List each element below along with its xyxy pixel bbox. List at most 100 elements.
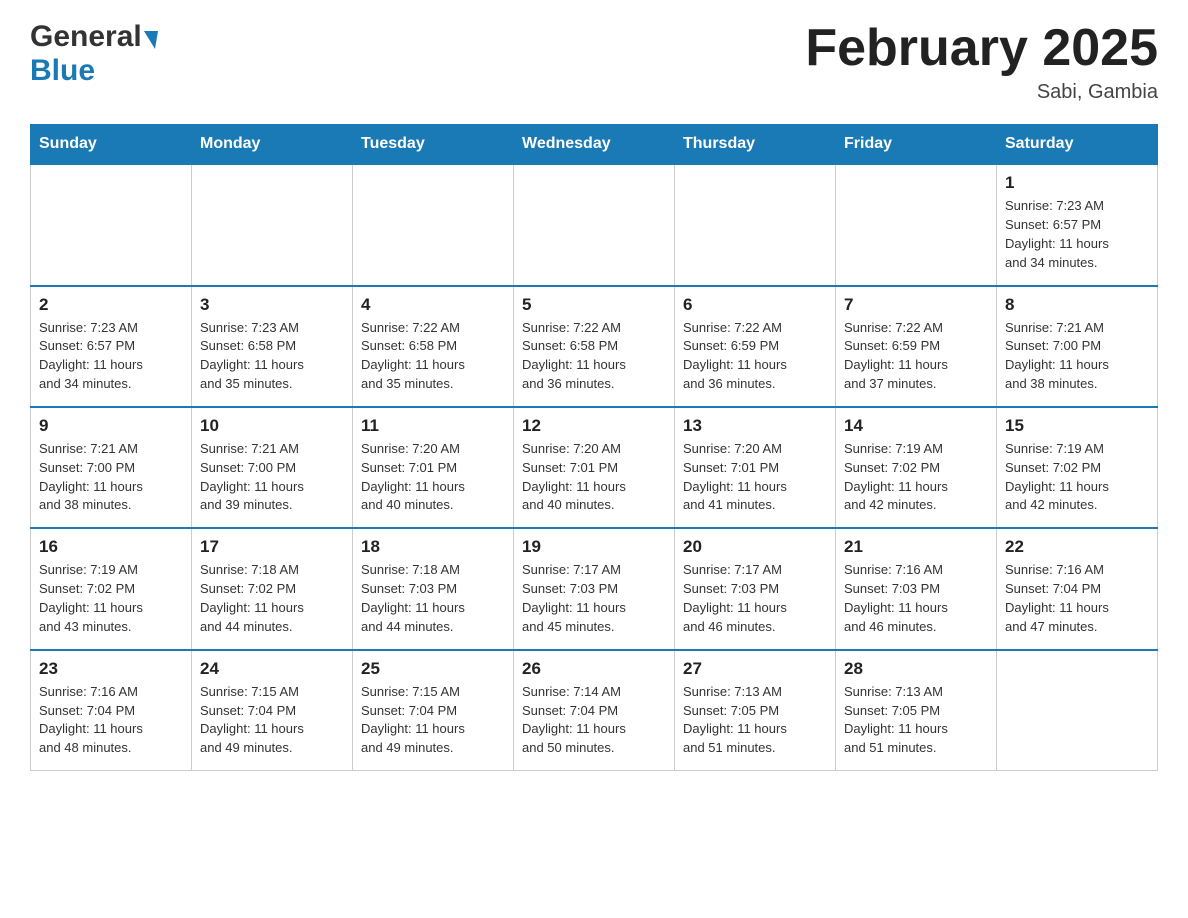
col-header-wednesday: Wednesday: [514, 125, 675, 165]
day-info: Sunrise: 7:19 AM Sunset: 7:02 PM Dayligh…: [844, 440, 988, 515]
day-info: Sunrise: 7:19 AM Sunset: 7:02 PM Dayligh…: [39, 561, 183, 636]
title-area: February 2025 Sabi, Gambia: [805, 20, 1158, 104]
day-cell: [675, 164, 836, 285]
day-info: Sunrise: 7:21 AM Sunset: 7:00 PM Dayligh…: [1005, 319, 1149, 394]
day-number: 14: [844, 416, 988, 436]
day-cell: 28 Sunrise: 7:13 AM Sunset: 7:05 PM Dayli…: [836, 650, 997, 771]
day-info: Sunrise: 7:19 AM Sunset: 7:02 PM Dayligh…: [1005, 440, 1149, 515]
day-info: Sunrise: 7:20 AM Sunset: 7:01 PM Dayligh…: [683, 440, 827, 515]
logo-blue-text: Blue: [30, 54, 95, 87]
col-header-thursday: Thursday: [675, 125, 836, 165]
day-number: 25: [361, 659, 505, 679]
day-cell: 9 Sunrise: 7:21 AM Sunset: 7:00 PM Daylig…: [31, 407, 192, 528]
day-cell: 2Sunrise: 7:23 AM Sunset: 6:57 PM Daylig…: [31, 286, 192, 407]
day-cell: 17 Sunrise: 7:18 AM Sunset: 7:02 PM Dayli…: [192, 528, 353, 649]
day-cell: [31, 164, 192, 285]
day-info: Sunrise: 7:17 AM Sunset: 7:03 PM Dayligh…: [522, 561, 666, 636]
day-cell: [514, 164, 675, 285]
day-info: Sunrise: 7:14 AM Sunset: 7:04 PM Dayligh…: [522, 683, 666, 758]
day-number: 12: [522, 416, 666, 436]
day-number: 3: [200, 295, 344, 315]
logo: General Blue: [30, 20, 158, 88]
day-cell: 11 Sunrise: 7:20 AM Sunset: 7:01 PM Dayli…: [353, 407, 514, 528]
day-cell: 27 Sunrise: 7:13 AM Sunset: 7:05 PM Dayli…: [675, 650, 836, 771]
day-number: 6: [683, 295, 827, 315]
day-cell: 5 Sunrise: 7:22 AM Sunset: 6:58 PM Daylig…: [514, 286, 675, 407]
header: General Blue February 2025 Sabi, Gambia: [30, 20, 1158, 104]
day-cell: 12 Sunrise: 7:20 AM Sunset: 7:01 PM Dayli…: [514, 407, 675, 528]
day-cell: 15 Sunrise: 7:19 AM Sunset: 7:02 PM Dayli…: [997, 407, 1158, 528]
day-number: 21: [844, 537, 988, 557]
day-cell: 3 Sunrise: 7:23 AM Sunset: 6:58 PM Daylig…: [192, 286, 353, 407]
day-cell: 14 Sunrise: 7:19 AM Sunset: 7:02 PM Dayli…: [836, 407, 997, 528]
day-cell: 16 Sunrise: 7:19 AM Sunset: 7:02 PM Dayli…: [31, 528, 192, 649]
day-info: Sunrise: 7:22 AM Sunset: 6:58 PM Dayligh…: [361, 319, 505, 394]
day-number: 8: [1005, 295, 1149, 315]
day-info: Sunrise: 7:18 AM Sunset: 7:03 PM Dayligh…: [361, 561, 505, 636]
day-info: Sunrise: 7:13 AM Sunset: 7:05 PM Dayligh…: [844, 683, 988, 758]
day-info: Sunrise: 7:13 AM Sunset: 7:05 PM Dayligh…: [683, 683, 827, 758]
day-number: 9: [39, 416, 183, 436]
logo-triangle-icon: [144, 31, 158, 49]
day-number: 18: [361, 537, 505, 557]
day-info: Sunrise: 7:20 AM Sunset: 7:01 PM Dayligh…: [361, 440, 505, 515]
day-cell: 25Sunrise: 7:15 AM Sunset: 7:04 PM Dayli…: [353, 650, 514, 771]
col-header-tuesday: Tuesday: [353, 125, 514, 165]
day-cell: 4 Sunrise: 7:22 AM Sunset: 6:58 PM Daylig…: [353, 286, 514, 407]
day-number: 17: [200, 537, 344, 557]
day-cell: 7Sunrise: 7:22 AM Sunset: 6:59 PM Daylig…: [836, 286, 997, 407]
day-number: 13: [683, 416, 827, 436]
day-info: Sunrise: 7:17 AM Sunset: 7:03 PM Dayligh…: [683, 561, 827, 636]
day-info: Sunrise: 7:16 AM Sunset: 7:04 PM Dayligh…: [1005, 561, 1149, 636]
day-number: 7: [844, 295, 988, 315]
day-number: 27: [683, 659, 827, 679]
day-cell: [353, 164, 514, 285]
week-row-5: 23Sunrise: 7:16 AM Sunset: 7:04 PM Dayli…: [31, 650, 1158, 771]
day-cell: [997, 650, 1158, 771]
week-row-1: 1Sunrise: 7:23 AM Sunset: 6:57 PM Daylig…: [31, 164, 1158, 285]
day-number: 15: [1005, 416, 1149, 436]
col-header-saturday: Saturday: [997, 125, 1158, 165]
day-cell: 8 Sunrise: 7:21 AM Sunset: 7:00 PM Daylig…: [997, 286, 1158, 407]
day-number: 20: [683, 537, 827, 557]
location-subtitle: Sabi, Gambia: [805, 81, 1158, 104]
day-cell: 1Sunrise: 7:23 AM Sunset: 6:57 PM Daylig…: [997, 164, 1158, 285]
day-number: 16: [39, 537, 183, 557]
day-info: Sunrise: 7:16 AM Sunset: 7:04 PM Dayligh…: [39, 683, 183, 758]
day-info: Sunrise: 7:22 AM Sunset: 6:58 PM Dayligh…: [522, 319, 666, 394]
day-number: 4: [361, 295, 505, 315]
day-cell: 18 Sunrise: 7:18 AM Sunset: 7:03 PM Dayli…: [353, 528, 514, 649]
calendar-header-row: SundayMondayTuesdayWednesdayThursdayFrid…: [31, 125, 1158, 165]
day-number: 19: [522, 537, 666, 557]
day-cell: 20 Sunrise: 7:17 AM Sunset: 7:03 PM Dayli…: [675, 528, 836, 649]
day-cell: 10 Sunrise: 7:21 AM Sunset: 7:00 PM Dayli…: [192, 407, 353, 528]
day-cell: 26 Sunrise: 7:14 AM Sunset: 7:04 PM Dayli…: [514, 650, 675, 771]
day-number: 26: [522, 659, 666, 679]
day-number: 2: [39, 295, 183, 315]
day-cell: 22 Sunrise: 7:16 AM Sunset: 7:04 PM Dayli…: [997, 528, 1158, 649]
day-info: Sunrise: 7:23 AM Sunset: 6:58 PM Dayligh…: [200, 319, 344, 394]
logo-general-text: General: [30, 20, 142, 54]
day-cell: 13 Sunrise: 7:20 AM Sunset: 7:01 PM Dayli…: [675, 407, 836, 528]
day-number: 10: [200, 416, 344, 436]
day-cell: 24Sunrise: 7:15 AM Sunset: 7:04 PM Dayli…: [192, 650, 353, 771]
day-number: 5: [522, 295, 666, 315]
day-info: Sunrise: 7:21 AM Sunset: 7:00 PM Dayligh…: [200, 440, 344, 515]
calendar-table: SundayMondayTuesdayWednesdayThursdayFrid…: [30, 124, 1158, 771]
day-number: 11: [361, 416, 505, 436]
day-info: Sunrise: 7:22 AM Sunset: 6:59 PM Dayligh…: [683, 319, 827, 394]
day-cell: 23Sunrise: 7:16 AM Sunset: 7:04 PM Dayli…: [31, 650, 192, 771]
day-number: 28: [844, 659, 988, 679]
week-row-4: 16 Sunrise: 7:19 AM Sunset: 7:02 PM Dayli…: [31, 528, 1158, 649]
day-info: Sunrise: 7:20 AM Sunset: 7:01 PM Dayligh…: [522, 440, 666, 515]
day-cell: 6 Sunrise: 7:22 AM Sunset: 6:59 PM Daylig…: [675, 286, 836, 407]
day-info: Sunrise: 7:21 AM Sunset: 7:00 PM Dayligh…: [39, 440, 183, 515]
week-row-2: 2Sunrise: 7:23 AM Sunset: 6:57 PM Daylig…: [31, 286, 1158, 407]
day-info: Sunrise: 7:18 AM Sunset: 7:02 PM Dayligh…: [200, 561, 344, 636]
month-title: February 2025: [805, 20, 1158, 77]
col-header-sunday: Sunday: [31, 125, 192, 165]
day-cell: [192, 164, 353, 285]
col-header-friday: Friday: [836, 125, 997, 165]
day-cell: 19 Sunrise: 7:17 AM Sunset: 7:03 PM Dayli…: [514, 528, 675, 649]
day-number: 22: [1005, 537, 1149, 557]
